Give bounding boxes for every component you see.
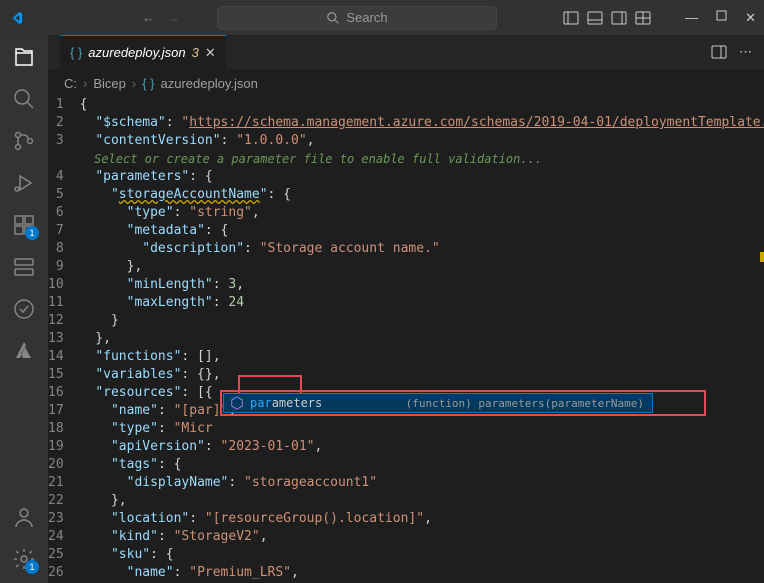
titlebar: ← → Search — ✕ (0, 0, 764, 35)
autocomplete-match: par (250, 396, 272, 410)
autocomplete-hint: (function) parameters(parameterName) (406, 397, 644, 410)
run-debug-icon[interactable] (12, 171, 36, 195)
layout-grid-icon[interactable] (635, 10, 651, 26)
layout-right-icon[interactable] (611, 10, 627, 26)
tabs: { } azuredeploy.json 3 ✕ ⋯ (48, 35, 764, 70)
breadcrumb-segment[interactable]: C: (64, 76, 77, 91)
overview-ruler-warning (760, 252, 764, 262)
autocomplete-rest: ameters (272, 396, 323, 410)
layout-bottom-icon[interactable] (587, 10, 603, 26)
nav-back-icon[interactable]: ← (142, 10, 155, 25)
nav-forward-icon[interactable]: → (167, 10, 180, 25)
close-icon[interactable]: ✕ (745, 10, 756, 26)
autocomplete-popup[interactable]: parameters (function) parameters(paramet… (223, 393, 653, 413)
breadcrumb-segment[interactable]: azuredeploy.json (161, 76, 258, 91)
azure-icon[interactable] (12, 339, 36, 363)
tab-problems-badge: 3 (192, 45, 199, 60)
tab-filename: azuredeploy.json (88, 45, 185, 60)
more-actions-icon[interactable]: ⋯ (739, 44, 752, 60)
tab-close-icon[interactable]: ✕ (205, 45, 216, 61)
search-input[interactable]: Search (217, 6, 497, 30)
source-control-icon[interactable] (12, 129, 36, 153)
extensions-icon[interactable]: 1 (12, 213, 36, 237)
breadcrumb-segment[interactable]: Bicep (93, 76, 126, 91)
minimize-icon[interactable]: — (685, 10, 698, 26)
accounts-icon[interactable] (12, 505, 36, 529)
activity-bar: 1 1 (0, 35, 48, 583)
search-icon[interactable] (12, 87, 36, 111)
layout-left-icon[interactable] (563, 10, 579, 26)
search-placeholder: Search (346, 10, 387, 25)
settings-icon[interactable]: 1 (12, 547, 36, 571)
vscode-logo-icon (8, 10, 24, 26)
method-icon (230, 396, 244, 410)
json-file-icon: { } (142, 76, 154, 91)
testing-icon[interactable] (12, 297, 36, 321)
json-file-icon: { } (70, 45, 82, 60)
explorer-icon[interactable] (12, 45, 36, 69)
server-icon[interactable] (12, 255, 36, 279)
tab-azuredeploy[interactable]: { } azuredeploy.json 3 ✕ (60, 35, 226, 70)
code-editor[interactable]: 1234567891011121314151617181920212223242… (48, 96, 764, 583)
breadcrumbs[interactable]: C: › Bicep › { } azuredeploy.json (48, 70, 764, 96)
split-editor-icon[interactable] (711, 44, 727, 60)
maximize-icon[interactable] (716, 10, 727, 26)
